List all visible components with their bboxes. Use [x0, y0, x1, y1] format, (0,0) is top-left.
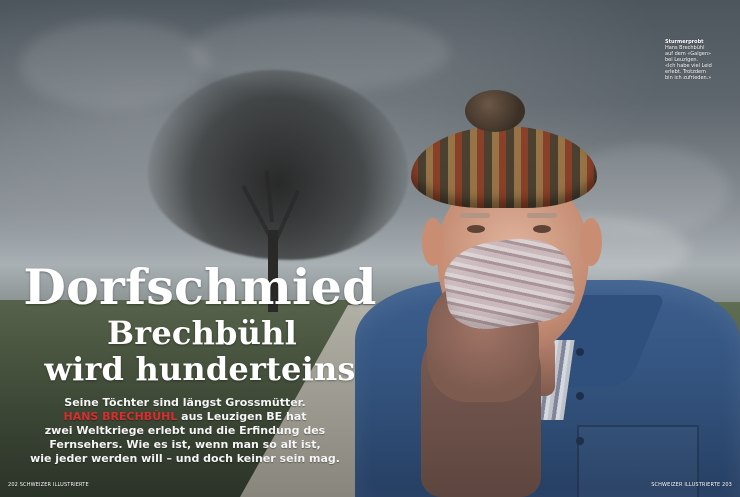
- magazine-spread: Dorfschmied Brechbühl wird hunderteins S…: [0, 0, 740, 497]
- intro-line-5: wie jeder werden will – und doch keiner …: [30, 452, 340, 465]
- intro-line-2: HANS BRECHBÜHL aus Leuzigen BE hat: [0, 410, 370, 424]
- jacket-button: [576, 392, 584, 400]
- jacket-button: [576, 348, 584, 356]
- intro-line-4: Fernsehers. Wie es ist, wenn man so alt …: [49, 438, 321, 451]
- footer-right: SCHWEIZER ILLUSTRIERTE 203: [651, 482, 732, 488]
- tweed-cap: [411, 126, 597, 208]
- person-name: HANS BRECHBÜHL: [63, 410, 178, 423]
- jacket-button: [576, 437, 584, 445]
- portrait-photo: [355, 90, 740, 497]
- footer-left: 202 SCHWEIZER ILLUSTRIERTE: [8, 482, 89, 488]
- headline-line-2: Brechbühl: [107, 314, 297, 352]
- cap-pompom: [465, 90, 525, 132]
- photo-caption: Sturmerprobt Hans Brechbühl auf dem «Gal…: [665, 39, 723, 81]
- intro-line-2-rest: aus Leuzigen BE hat: [177, 410, 307, 423]
- intro-line-3: zwei Weltkriege erlebt und die Erfindung…: [44, 424, 326, 437]
- right-eye: [533, 225, 551, 233]
- left-eye: [467, 225, 485, 233]
- left-ear: [422, 218, 444, 266]
- cloud-shape: [20, 20, 210, 110]
- intro-text: Seine Töchter sind längst Grossmütter. H…: [0, 396, 370, 466]
- intro-line-1: Seine Töchter sind längst Grossmütter.: [64, 396, 306, 409]
- right-eyebrow: [527, 213, 557, 218]
- headline-line-3: wird hunderteins: [44, 350, 356, 388]
- left-eyebrow: [460, 213, 490, 218]
- right-ear: [580, 218, 602, 266]
- headline-line-1: Dorfschmied: [23, 258, 377, 316]
- caption-line-6: bin ich zufrieden.»: [665, 75, 712, 81]
